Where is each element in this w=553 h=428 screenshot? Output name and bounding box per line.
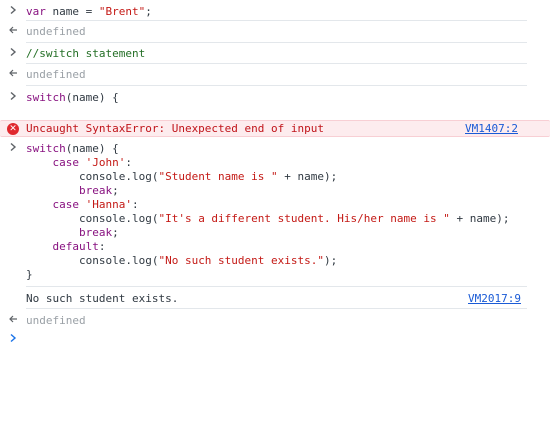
input-code-block[interactable]: switch(name) { case 'John': console.log(…	[26, 142, 509, 282]
console-input-line: var name = "Brent";	[0, 0, 553, 21]
console-input-line: switch(name) {	[0, 86, 553, 120]
input-code[interactable]: switch(name) {	[26, 91, 119, 105]
error-source-link[interactable]: VM1407:2	[465, 122, 518, 135]
log-source-link[interactable]: VM2017:9	[468, 292, 521, 305]
console-log-line: No such student exists. VM2017:9	[0, 287, 553, 309]
result-value: undefined	[26, 314, 86, 327]
input-chevron-icon	[0, 142, 26, 152]
console-prompt[interactable]: ​	[0, 331, 553, 351]
console-result-line: undefined	[0, 64, 553, 86]
console-error-line: ✕ Uncaught SyntaxError: Unexpected end o…	[0, 120, 550, 137]
input-chevron-icon	[0, 47, 26, 57]
console-input-line: //switch statement	[0, 43, 553, 64]
console-input-multiline: switch(name) { case 'John': console.log(…	[0, 137, 553, 287]
input-code[interactable]: //switch statement	[26, 47, 145, 61]
input-code[interactable]: var name = "Brent";	[26, 5, 152, 19]
devtools-console: var name = "Brent"; undefined //switch s…	[0, 0, 553, 351]
error-message: Uncaught SyntaxError: Unexpected end of …	[26, 122, 325, 135]
console-prompt-input[interactable]: ​	[26, 333, 426, 347]
result-arrow-icon	[0, 314, 26, 324]
result-arrow-icon	[0, 25, 26, 35]
input-chevron-icon	[0, 5, 26, 15]
result-value: undefined	[26, 68, 86, 81]
error-icon: ✕	[0, 122, 26, 135]
console-result-line: undefined	[0, 309, 553, 331]
prompt-chevron-icon	[0, 333, 26, 343]
result-value: undefined	[26, 25, 86, 38]
input-chevron-icon	[0, 91, 26, 101]
result-arrow-icon	[0, 68, 26, 78]
console-result-line: undefined	[0, 21, 553, 43]
log-message: No such student exists.	[26, 292, 179, 305]
